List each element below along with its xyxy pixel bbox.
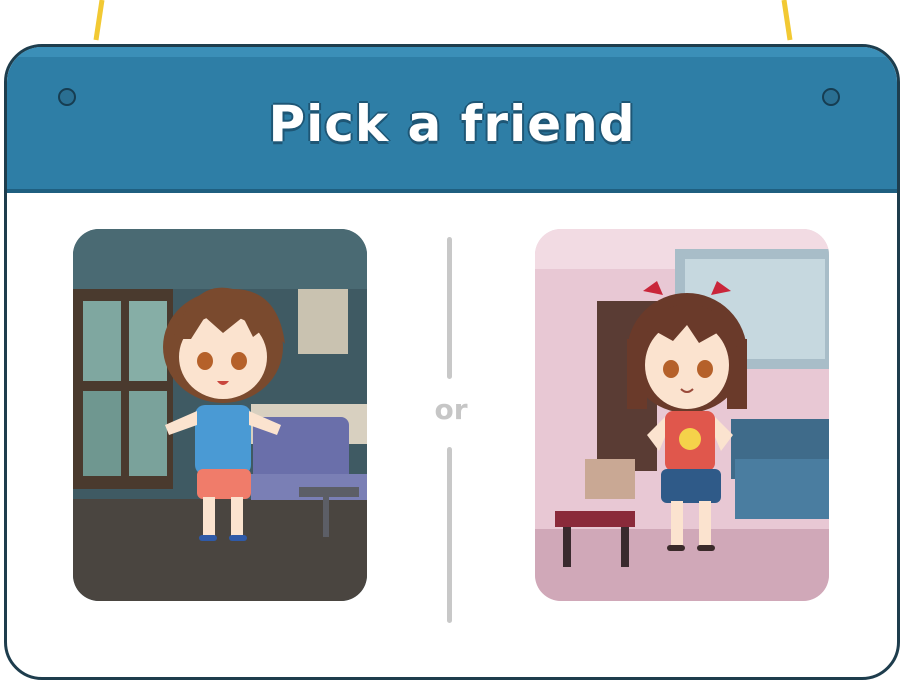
divider-line-bottom: [447, 447, 452, 623]
divider-line-top: [447, 237, 452, 379]
boy-character-icon: [73, 229, 367, 601]
girl-character-icon: [535, 229, 829, 601]
left-hanger-ring: [58, 88, 76, 106]
page-title: Pick a friend: [268, 95, 636, 153]
selection-board: Pick a friend or: [4, 44, 900, 680]
board-header: Pick a friend: [7, 47, 897, 193]
or-label: or: [434, 393, 468, 426]
right-hanger-ring: [822, 88, 840, 106]
boy-friend-card[interactable]: [73, 229, 367, 601]
girl-friend-card[interactable]: [535, 229, 829, 601]
header-highlight: [7, 47, 897, 57]
